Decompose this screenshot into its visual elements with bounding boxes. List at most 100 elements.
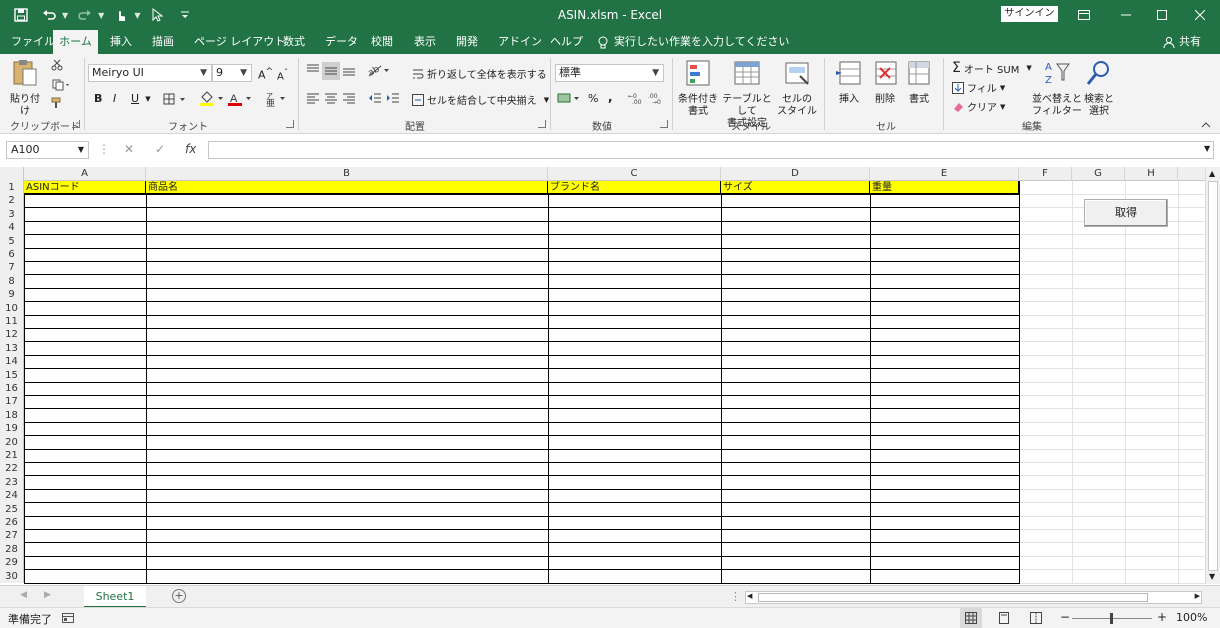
header-cell-weight[interactable]: 重量 — [870, 181, 1019, 194]
tab-formulas[interactable]: 数式 — [281, 30, 307, 54]
column-header-h[interactable]: H — [1125, 167, 1178, 181]
zoom-in-icon[interactable]: + — [1157, 610, 1167, 624]
touch-mode-button[interactable] — [110, 6, 132, 24]
row-header[interactable]: 24 — [0, 489, 24, 503]
close-button[interactable] — [1180, 0, 1220, 30]
tab-view[interactable]: 表示 — [412, 30, 438, 54]
tab-draw[interactable]: 描画 — [150, 30, 176, 54]
autosum-button[interactable]: Σ オート SUM ▼ — [952, 60, 1032, 76]
tab-file[interactable]: ファイル — [9, 30, 57, 54]
zoom-level[interactable]: 100% — [1176, 611, 1207, 624]
row-header[interactable]: 10 — [0, 301, 24, 315]
align-right-button[interactable] — [340, 90, 358, 106]
orientation-button[interactable]: ab — [366, 62, 392, 78]
phonetic-guide-button[interactable]: ア亜 — [262, 90, 288, 108]
merge-center-button[interactable]: セルを結合して中央揃え ▼ — [412, 92, 549, 107]
add-sheet-icon[interactable]: + — [172, 589, 186, 603]
clear-dropdown-icon[interactable]: ▼ — [1000, 103, 1005, 111]
name-box[interactable]: A100 ▼ — [6, 141, 89, 159]
align-top-button[interactable] — [304, 62, 322, 78]
clear-button[interactable]: クリア ▼ — [952, 99, 1005, 114]
page-break-view-icon[interactable] — [1030, 612, 1042, 624]
font-size-select[interactable]: 9 ▼ — [212, 64, 252, 82]
header-cell-brand[interactable]: ブランド名 — [548, 181, 721, 194]
scroll-right-icon[interactable]: ▶ — [1195, 592, 1200, 600]
number-format-select[interactable]: 標準 ▼ — [555, 64, 664, 82]
font-color-button[interactable]: A — [226, 90, 254, 108]
row-header[interactable]: 18 — [0, 408, 24, 423]
tab-developer[interactable]: 開発 — [454, 30, 480, 54]
alignment-dialog-launcher[interactable] — [538, 120, 546, 128]
tab-splitter-icon[interactable]: ⋮ — [730, 590, 741, 603]
row-header[interactable]: 19 — [0, 422, 24, 436]
font-name-select[interactable]: Meiryo UI ▼ — [88, 64, 212, 82]
row-header[interactable]: 15 — [0, 368, 24, 382]
select-all-button[interactable] — [0, 167, 24, 181]
format-painter-button[interactable] — [50, 96, 64, 110]
undo-dropdown-icon[interactable]: ▼ — [62, 11, 68, 20]
comma-style-button[interactable]: , — [608, 90, 613, 104]
row-header[interactable]: 17 — [0, 395, 24, 409]
row-header[interactable]: 3 — [0, 207, 24, 222]
maximize-button[interactable] — [1142, 0, 1182, 30]
tab-help[interactable]: ヘルプ — [548, 30, 585, 54]
column-header-g[interactable]: G — [1072, 167, 1125, 181]
tab-insert[interactable]: 挿入 — [108, 30, 134, 54]
horizontal-scroll-thumb[interactable] — [758, 593, 1148, 602]
clipboard-dialog-launcher[interactable] — [72, 120, 80, 128]
tab-addins[interactable]: アドイン — [496, 30, 544, 54]
collapse-ribbon-button[interactable] — [1200, 120, 1212, 130]
underline-button[interactable]: U — [131, 92, 139, 105]
grow-font-button[interactable]: A^ — [258, 66, 273, 82]
save-button[interactable] — [10, 6, 32, 24]
row-header[interactable]: 20 — [0, 435, 24, 449]
share-button[interactable]: 共有 — [1163, 30, 1201, 54]
row-header[interactable]: 7 — [0, 261, 24, 275]
header-cell-product-name[interactable]: 商品名 — [146, 181, 548, 194]
fill-dropdown-icon[interactable]: ▼ — [1000, 84, 1005, 92]
worksheet-grid[interactable]: A B C D E F G H 1 2 3 4 5 6 7 8 9 10 11 12 13 14 15 16 1… — [0, 167, 1205, 584]
row-header[interactable]: 29 — [0, 556, 24, 570]
font-dialog-launcher[interactable] — [286, 120, 294, 128]
decrease-decimal-button[interactable]: .00 →0 — [646, 90, 666, 106]
header-cell-asin[interactable]: ASINコード — [24, 181, 146, 194]
column-header-f[interactable]: F — [1019, 167, 1072, 181]
expand-formula-bar-icon[interactable]: ▼ — [1204, 144, 1210, 153]
row-header[interactable]: 21 — [0, 449, 24, 463]
underline-dropdown-icon[interactable]: ▼ — [144, 94, 152, 104]
format-cells-button[interactable]: 書式 — [902, 58, 936, 106]
customize-qat-button[interactable] — [174, 6, 196, 24]
horizontal-scrollbar[interactable]: ◀ ▶ — [745, 591, 1202, 604]
delete-cells-button[interactable]: 削除 — [868, 58, 902, 106]
macro-record-icon[interactable] — [62, 612, 74, 624]
row-header[interactable]: 26 — [0, 516, 24, 530]
find-select-button[interactable]: 検索と 選択 — [1082, 58, 1116, 118]
copy-button[interactable] — [50, 78, 72, 92]
page-layout-view-icon[interactable] — [998, 612, 1010, 624]
column-header-b[interactable]: B — [146, 167, 548, 181]
tab-home[interactable]: ホーム — [53, 30, 98, 54]
align-middle-button[interactable] — [322, 62, 340, 80]
prev-sheet-icon[interactable]: ◀ — [20, 590, 27, 600]
minimize-button[interactable] — [1106, 0, 1146, 30]
row-header[interactable]: 6 — [0, 248, 24, 262]
fetch-button[interactable]: 取得 — [1084, 199, 1168, 227]
row-header[interactable]: 28 — [0, 542, 24, 557]
sheet-tab-sheet1[interactable]: Sheet1 — [84, 586, 146, 608]
cut-button[interactable] — [50, 58, 64, 72]
cell-styles-button[interactable]: セルの スタイル — [776, 58, 818, 118]
zoom-out-icon[interactable]: − — [1060, 610, 1070, 624]
row-header[interactable]: 12 — [0, 328, 24, 342]
align-left-button[interactable] — [304, 90, 322, 106]
row-header[interactable]: 8 — [0, 274, 24, 289]
column-header-a[interactable]: A — [24, 167, 146, 181]
row-header[interactable]: 22 — [0, 462, 24, 476]
insert-function-button[interactable]: fx — [185, 142, 196, 156]
cancel-entry-icon[interactable]: ✕ — [124, 142, 134, 156]
accounting-format-button[interactable] — [556, 90, 582, 106]
conditional-formatting-button[interactable]: 条件付き 書式 — [676, 58, 720, 118]
shrink-font-button[interactable]: Aˇ — [277, 67, 288, 82]
column-header-d[interactable]: D — [721, 167, 870, 181]
vertical-scroll-thumb[interactable] — [1208, 181, 1218, 571]
italic-button[interactable]: I — [113, 92, 116, 105]
